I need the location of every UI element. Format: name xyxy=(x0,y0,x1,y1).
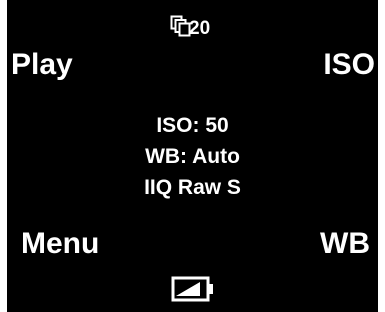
camera-display: Play ISO 20 ISO: 50 WB: Auto IIQ Raw S M… xyxy=(7,0,378,312)
file-format-status: IIQ Raw S xyxy=(144,176,241,199)
white-balance-status: WB: Auto xyxy=(145,145,240,168)
image-counter: 20 xyxy=(170,9,210,39)
play-button[interactable]: Play xyxy=(11,48,73,82)
status-panel: ISO: 50 WB: Auto IIQ Raw S xyxy=(7,110,378,203)
iso-status: ISO: 50 xyxy=(156,114,229,137)
battery-icon xyxy=(171,276,215,302)
wb-button[interactable]: WB xyxy=(320,227,370,261)
battery-level-fill xyxy=(176,282,200,296)
iso-button[interactable]: ISO xyxy=(323,48,375,82)
image-count: 20 xyxy=(189,18,211,39)
menu-button[interactable]: Menu xyxy=(21,227,99,261)
